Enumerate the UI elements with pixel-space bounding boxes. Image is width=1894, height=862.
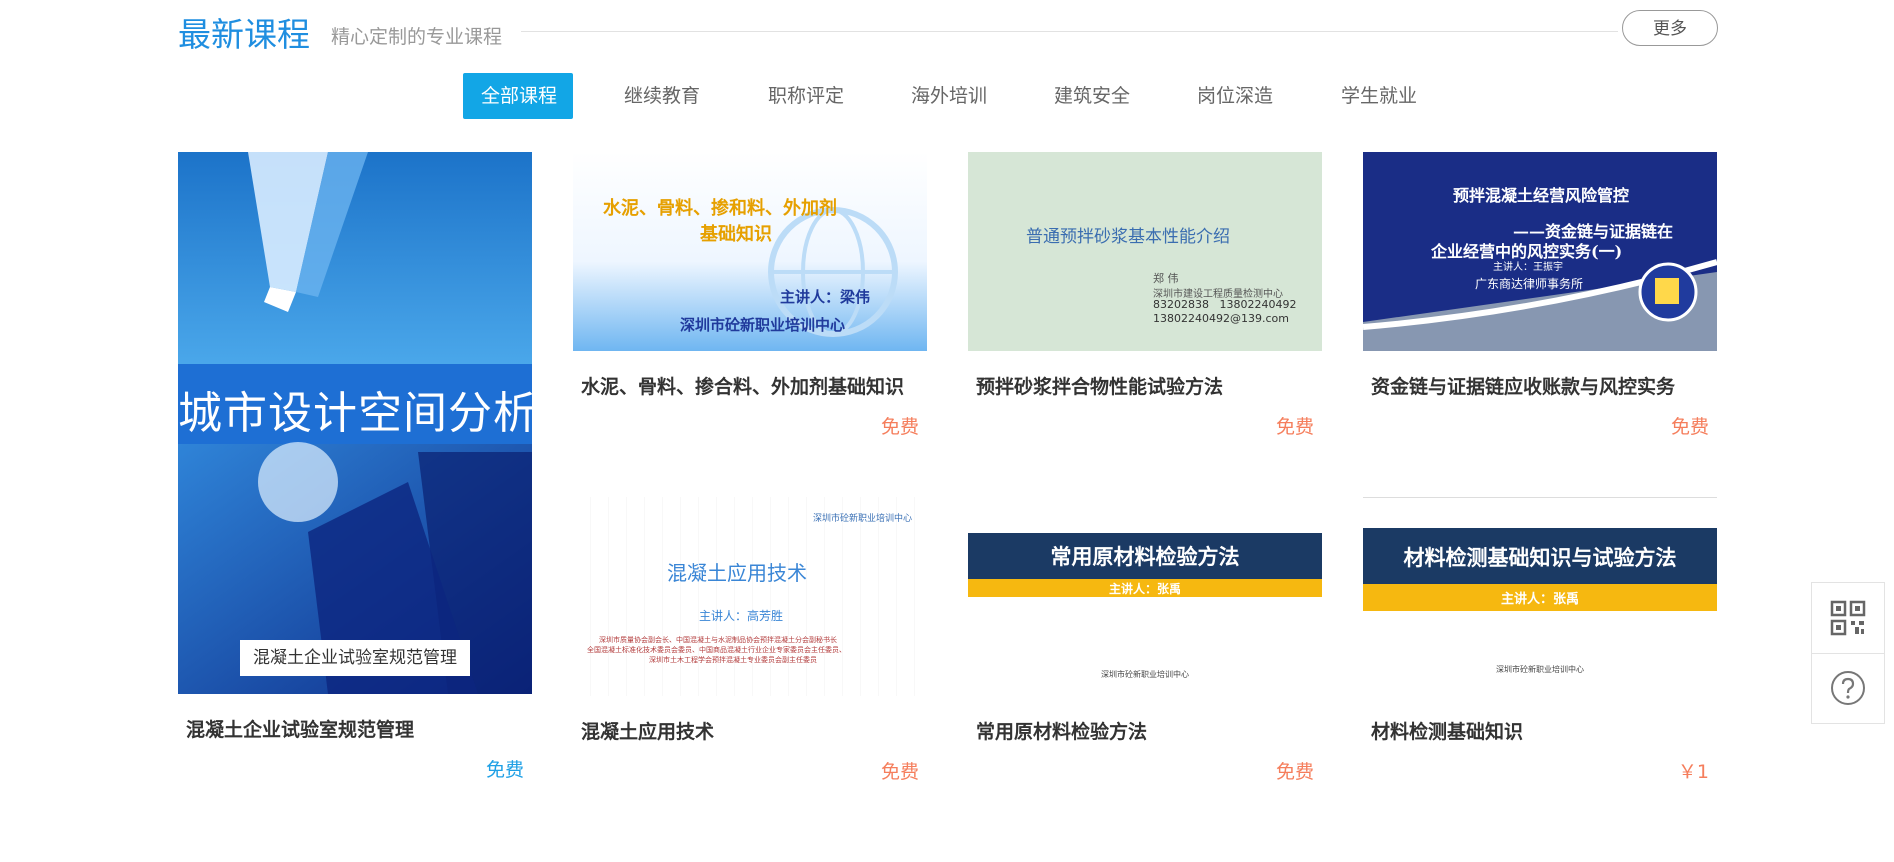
- slide-speaker: 主讲人：梁伟: [780, 288, 871, 306]
- course-price: 免费: [1670, 416, 1709, 438]
- tab-title-evaluation[interactable]: 职称评定: [750, 73, 860, 119]
- section-subtitle: 精心定制的专业课程: [331, 26, 503, 48]
- slide-heading: 混凝土应用技术: [667, 561, 807, 585]
- course-price: 免费: [880, 761, 919, 783]
- slide-speaker: 主讲人：高芳胜: [699, 609, 784, 623]
- tab-continuing-education[interactable]: 继续教育: [606, 73, 716, 119]
- thumbnail-banner: 城市设计空间分析: [178, 388, 532, 439]
- slide-heading: 常用原材料检验方法: [1050, 545, 1240, 569]
- slide-heading: 材料检测基础知识与试验方法: [1403, 546, 1677, 570]
- slide-org: 深圳市砼新职业培训中心: [813, 514, 913, 524]
- slide-speaker: 主讲人：王振宇: [1493, 262, 1563, 273]
- slide-heading: 普通预拌砂浆基本性能介绍: [1026, 227, 1230, 247]
- slide-speaker: 主讲人：张禹: [1108, 582, 1181, 596]
- slide-org: 深圳市砼新职业培训中心: [680, 316, 846, 334]
- course-card[interactable]: 普通预拌砂浆基本性能介绍 郑 伟 深圳市建设工程质量检测中心 83202838 …: [968, 152, 1322, 442]
- slide-email: 13802240492@139.com: [1153, 312, 1289, 325]
- qr-code-button[interactable]: [1812, 583, 1884, 653]
- slide-org: 深圳市砼新职业培训中心: [1101, 670, 1189, 679]
- course-card[interactable]: 常用原材料检验方法 主讲人：张禹 深圳市砼新职业培训中心 常用原材料检验方法 免…: [968, 497, 1322, 787]
- course-thumbnail[interactable]: 水泥、骨料、掺和料、外加剂 基础知识 主讲人：梁伟 深圳市砼新职业培训中心: [573, 152, 927, 351]
- course-thumbnail[interactable]: 预拌混凝土经营风险管控 ——资金链与证据链在 企业经营中的风控实务(一) 主讲人…: [1363, 152, 1717, 351]
- help-button[interactable]: [1812, 653, 1884, 723]
- section-title: 最新课程: [178, 15, 310, 54]
- course-title[interactable]: 预拌砂浆拌合物性能试验方法: [976, 372, 1223, 399]
- course-title[interactable]: 水泥、骨料、掺合料、外加剂基础知识: [581, 372, 904, 399]
- course-card[interactable]: 城市设计空间分析 混凝土企业试验室规范管理 混凝土企业试验室规范管理 免费: [178, 152, 532, 781]
- tab-student-employment[interactable]: 学生就业: [1323, 73, 1433, 119]
- more-button[interactable]: 更多: [1622, 10, 1718, 46]
- course-title[interactable]: 混凝土企业试验室规范管理: [186, 715, 414, 742]
- slide-org: 深圳市砼新职业培训中心: [1496, 665, 1584, 674]
- course-card[interactable]: 深圳市砼新职业培训中心 混凝土应用技术 主讲人：高芳胜 深圳市质量协会副会长、中…: [573, 497, 927, 787]
- section-header: 最新课程 精心定制的专业课程 更多: [178, 0, 1718, 60]
- slide-phone: 83202838 13802240492: [1153, 298, 1297, 311]
- qr-code-icon: [1830, 600, 1866, 636]
- tab-all-courses[interactable]: 全部课程: [463, 73, 573, 119]
- slide-bio-line: 全国混凝土标准化技术委员会委员、中国商品混凝土行业企业专家委员会主任委员、: [587, 646, 846, 654]
- side-toolbar: [1811, 582, 1885, 724]
- slide-heading: 预拌混凝土经营风险管控: [1453, 186, 1630, 205]
- course-price: 免费: [1275, 761, 1314, 783]
- course-card[interactable]: 预拌混凝土经营风险管控 ——资金链与证据链在 企业经营中的风控实务(一) 主讲人…: [1363, 152, 1717, 442]
- course-title[interactable]: 混凝土应用技术: [581, 717, 714, 744]
- course-title[interactable]: 资金链与证据链应收账款与风控实务: [1371, 372, 1675, 399]
- header-divider: [521, 31, 1618, 32]
- course-thumbnail[interactable]: 常用原材料检验方法 主讲人：张禹 深圳市砼新职业培训中心: [968, 497, 1322, 696]
- tab-construction-safety[interactable]: 建筑安全: [1036, 73, 1146, 119]
- tab-job-advancement[interactable]: 岗位深造: [1179, 73, 1289, 119]
- course-price: 免费: [1275, 416, 1314, 438]
- slide-heading: 水泥、骨料、掺和料、外加剂: [603, 198, 837, 219]
- slide-bio-line: 深圳市质量协会副会长、中国混凝土与水泥制品协会预拌混凝土分会副秘书长: [599, 636, 837, 644]
- question-icon: [1831, 671, 1865, 705]
- course-thumbnail[interactable]: 普通预拌砂浆基本性能介绍 郑 伟 深圳市建设工程质量检测中心 83202838 …: [968, 152, 1322, 351]
- slide-org: 广东商达律师事务所: [1475, 277, 1584, 291]
- course-price: 免费: [485, 759, 524, 781]
- tab-overseas-training[interactable]: 海外培训: [893, 73, 1003, 119]
- course-card[interactable]: 材料检测基础知识与试验方法 主讲人：张禹 深圳市砼新职业培训中心 材料检测基础知…: [1363, 497, 1717, 787]
- slide-speaker: 主讲人：张禹: [1500, 592, 1579, 607]
- slide-bio-line: 深圳市土木工程学会预拌混凝土专业委员会副主任委员: [649, 656, 817, 664]
- slide-subheading: 基础知识: [700, 224, 772, 245]
- course-thumbnail[interactable]: 深圳市砼新职业培训中心 混凝土应用技术 主讲人：高芳胜 深圳市质量协会副会长、中…: [573, 497, 927, 696]
- course-thumbnail[interactable]: 城市设计空间分析 混凝土企业试验室规范管理: [178, 152, 532, 694]
- slide-name: 郑 伟: [1153, 272, 1179, 285]
- thumbnail-caption: 混凝土企业试验室规范管理: [240, 640, 470, 676]
- course-title[interactable]: 常用原材料检验方法: [976, 717, 1147, 744]
- course-title[interactable]: 材料检测基础知识: [1371, 717, 1523, 744]
- course-price: 免费: [880, 416, 919, 438]
- course-thumbnail[interactable]: 材料检测基础知识与试验方法 主讲人：张禹 深圳市砼新职业培训中心: [1363, 497, 1717, 696]
- course-card[interactable]: 水泥、骨料、掺和料、外加剂 基础知识 主讲人：梁伟 深圳市砼新职业培训中心 水泥…: [573, 152, 927, 442]
- course-price: ￥1: [1677, 761, 1709, 783]
